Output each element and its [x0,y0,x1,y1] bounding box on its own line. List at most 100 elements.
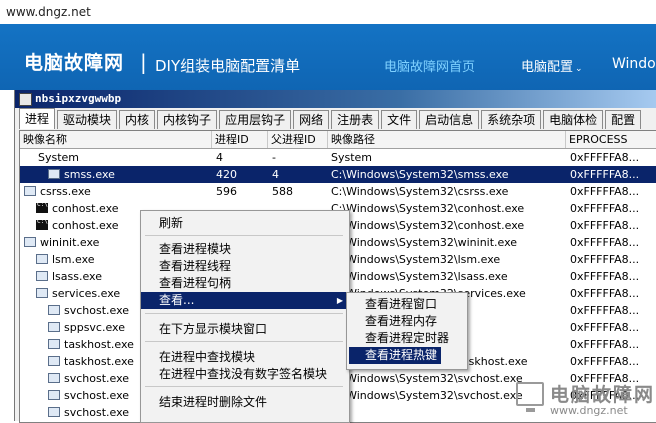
watermark: 电脑故障网 www.dngz.net [510,380,656,421]
window-icon [24,237,36,247]
url-text: www.dngz.net [6,5,91,19]
console-icon [36,218,48,230]
process-name: conhost.exe [52,219,119,232]
cell-path: C:\Windows\System32\smss.exe [331,168,509,181]
cell-eproc: 0xFFFFFA8... [570,185,640,198]
table-row[interactable]: System 4 - System 0xFFFFFA8... [20,149,656,166]
submenu-arrow-icon: ▶ [336,296,343,305]
process-name: smss.exe [64,168,115,181]
cell-eproc: 0xFFFFFA8... [570,151,640,164]
brand-divider: | [140,50,147,74]
process-name: svchost.exe [64,406,130,419]
tab-8[interactable]: 启动信息 [419,110,480,129]
process-name: lsass.exe [52,270,102,283]
context-menu-item[interactable]: 在进程中查找没有数字签名模块 [141,366,349,383]
menu-separator [145,313,343,314]
monitor-icon [516,382,544,412]
tab-6[interactable]: 注册表 [331,110,380,129]
nav-config-link[interactable]: 电脑配置 ⌄ [521,56,583,75]
window-icon [48,339,60,349]
watermark-title: 电脑故障网 [550,384,656,406]
submenu-item-label: 查看进程热键 [365,348,438,362]
menu-item-label: 刷新 [159,216,184,230]
submenu-item[interactable]: 查看进程热键 [349,347,441,364]
cell-eproc: 0xFFFFFA8... [570,338,640,351]
nav-home-link[interactable]: 电脑故障网首页 [384,56,475,75]
context-menu-item[interactable]: 在进程中查找模块 [141,349,349,366]
site-subtitle: DIY组装电脑配置清单 [155,57,301,75]
submenu-item[interactable]: 查看进程内存 [349,313,441,330]
table-row[interactable]: smss.exe 420 4 C:\Windows\System32\smss.exe… [20,166,656,183]
menu-item-label: 查看... [159,293,195,307]
process-name: wininit.exe [40,236,100,249]
menu-item-label: 查看进程模块 [159,242,232,256]
cell-path: System [331,151,373,164]
url-bar: www.dngz.net [0,0,656,24]
context-menu-item[interactable]: 查看进程句柄 [141,275,349,292]
context-menu-item[interactable]: 查看进程模块 [141,241,349,258]
nav-windows-link[interactable]: Windo [612,56,656,72]
context-menu-item[interactable]: 查看进程线程 [141,258,349,275]
submenu-item[interactable]: 查看进程定时器 [349,330,449,347]
column-ppid[interactable]: 父进程ID [268,131,328,148]
window-icon [48,373,60,383]
view-submenu: 查看进程窗口 查看进程内存 查看进程定时器 查看进程热键 [346,292,468,370]
cell-eproc: 0xFFFFFA8... [570,304,640,317]
cell-path: C:\Windows\System32\svchost.exe [331,389,523,402]
window-icon [36,254,48,264]
tab-5[interactable]: 网络 [293,110,330,129]
window-icon [48,322,60,332]
submenu-item[interactable]: 查看进程窗口 [349,296,441,313]
window-icon [24,186,36,196]
window-titlebar[interactable]: nbsipxzvgwwbp [15,90,656,108]
process-name: sppsvc.exe [64,321,125,334]
cell-path: C:\Windows\System32\lsass.exe [331,270,508,283]
app-icon [19,93,32,106]
menu-separator [145,341,343,342]
submenu-item-label: 查看进程定时器 [365,331,450,345]
tab-2[interactable]: 内核 [119,110,156,129]
submenu-item-label: 查看进程窗口 [365,297,438,311]
cell-eproc: 0xFFFFFA8... [570,236,640,249]
site-brand[interactable]: 电脑故障网 [24,48,124,75]
tab-11[interactable]: 配置 [605,110,642,129]
column-image-name[interactable]: 映像名称 [20,131,212,148]
cell-path: C:\Windows\System32\conhost.exe [331,202,525,215]
window-icon [48,407,60,417]
process-name: svchost.exe [64,304,130,317]
process-name: lsm.exe [52,253,95,266]
column-eprocess[interactable]: EPROCESS [566,131,656,148]
cell-eproc: 0xFFFFFA8... [570,270,640,283]
cell-path: C:\Windows\System32\lsm.exe [331,253,501,266]
tab-0[interactable]: 进程 [19,108,56,129]
window-icon [36,288,48,298]
process-name: svchost.exe [64,389,130,402]
tab-4[interactable]: 应用层钩子 [219,110,292,129]
submenu-item-label: 查看进程内存 [365,314,438,328]
table-row[interactable]: csrss.exe 596 588 C:\Windows\System32\csrss… [20,183,656,200]
tab-3[interactable]: 内核钩子 [157,110,218,129]
column-image-path[interactable]: 映像路径 [328,131,566,148]
tab-10[interactable]: 电脑体检 [543,110,604,129]
menu-item-label: 在下方显示模块窗口 [159,322,268,336]
context-menu-item[interactable]: 结束进程时删除文件 [141,394,349,411]
nav-config-label: 电脑配置 [521,60,574,75]
tab-1[interactable]: 驱动模块 [57,110,118,129]
cell-ppid: 4 [272,168,279,181]
site-header: 电脑故障网 | DIY组装电脑配置清单 电脑故障网首页 电脑配置 ⌄ Windo [0,24,656,90]
process-name: services.exe [52,287,121,300]
tab-strip: 进程 驱动模块 内核 内核钩子 应用层钩子 网络 注册表 文件 启动信息 系统杂项 电脑体检 配置 [19,108,643,130]
context-menu-item[interactable]: 刷新 [141,215,349,232]
window-icon [48,305,60,315]
cell-eproc: 0xFFFFFA8... [570,202,640,215]
context-menu-item[interactable]: 查看... ▶ [141,292,349,309]
column-pid[interactable]: 进程ID [212,131,268,148]
menu-item-label: 在进程中查找没有数字签名模块 [159,367,328,381]
cell-pid: 420 [216,168,237,181]
cell-eproc: 0xFFFFFA8... [570,168,640,181]
console-icon [36,201,48,213]
tab-9[interactable]: 系统杂项 [481,110,542,129]
context-menu-item[interactable]: 在下方显示模块窗口 [141,321,349,338]
cell-eproc: 0xFFFFFA8... [570,287,640,300]
tab-7[interactable]: 文件 [381,110,418,129]
